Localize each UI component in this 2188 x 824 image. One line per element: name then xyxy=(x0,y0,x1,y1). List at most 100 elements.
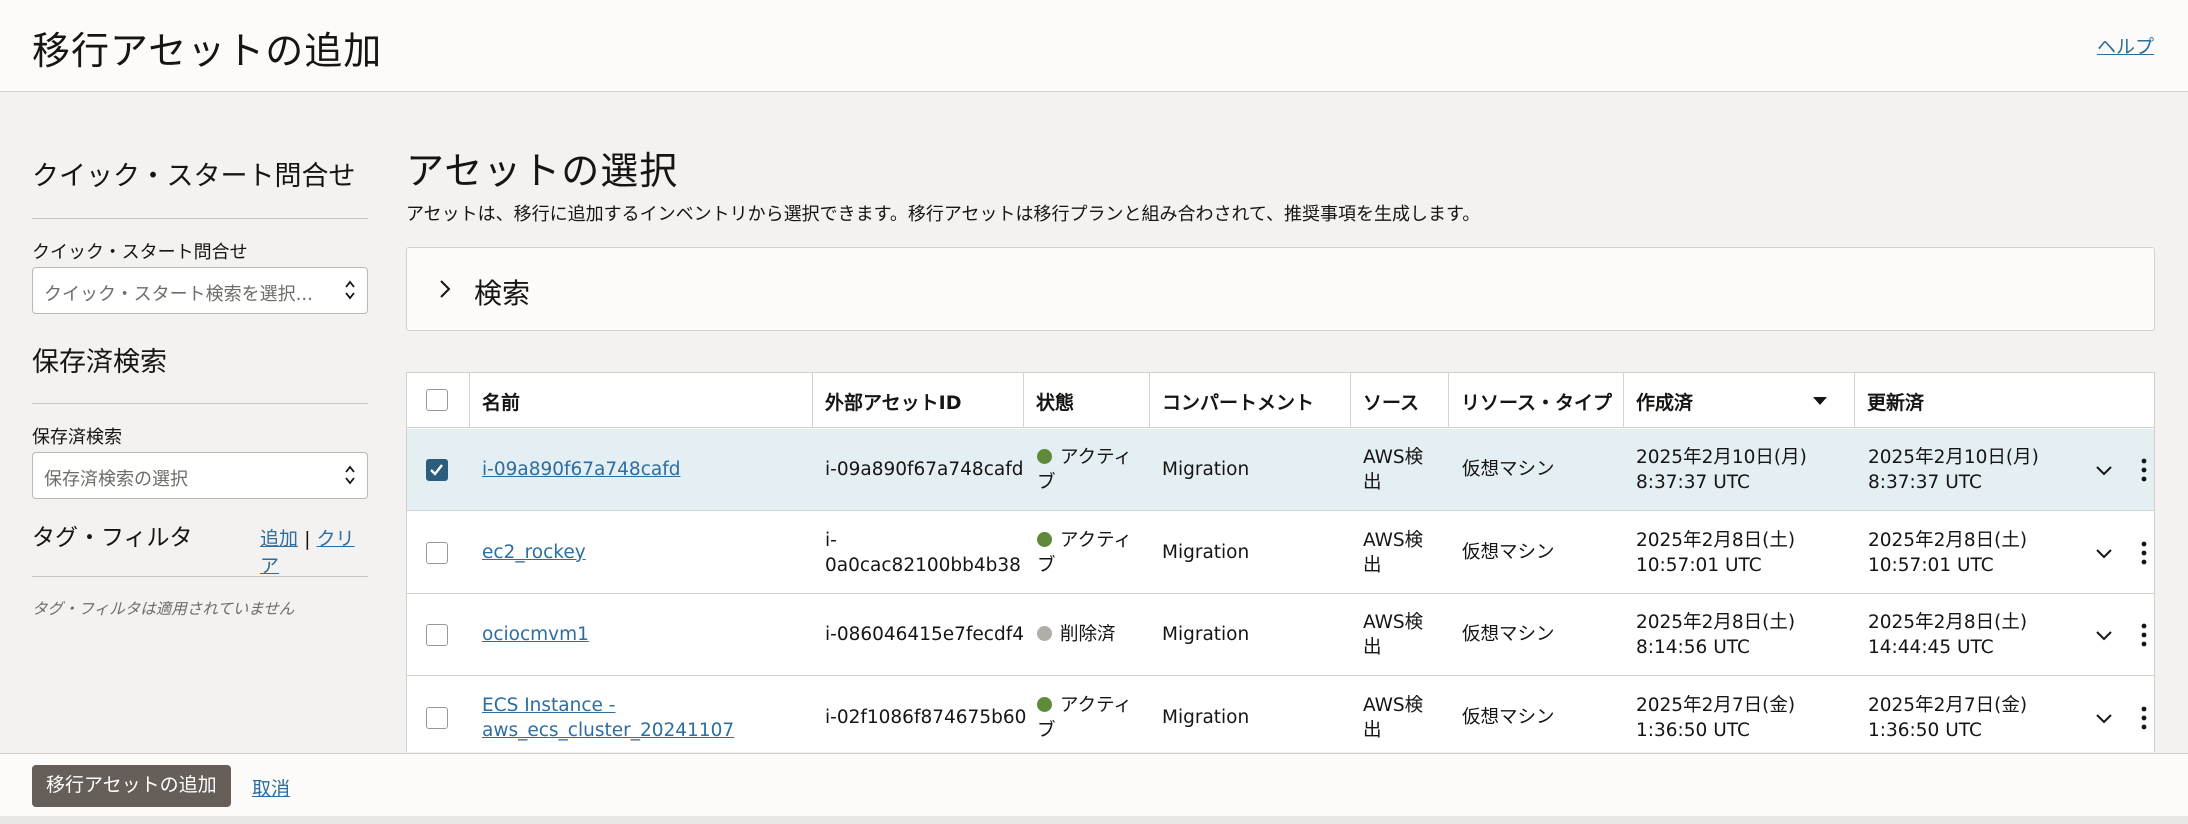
updated-cell: 2025年2月8日(土) 10:57:01 UTC xyxy=(1868,528,2027,578)
cancel-link[interactable]: 取消 xyxy=(252,774,290,801)
status-dot-icon xyxy=(1037,626,1052,641)
updated-cell-line-1: 2025年2月8日(土) xyxy=(1868,529,2028,551)
select-caret-icon xyxy=(345,465,355,485)
saved-search-select[interactable]: 保存済検索の選択 xyxy=(32,452,368,499)
row-checkbox[interactable] xyxy=(426,624,448,646)
divider xyxy=(32,576,368,577)
updated-cell-line-1: 2025年2月7日(金) xyxy=(1868,694,2028,716)
checkmark-icon xyxy=(430,464,443,476)
tag-filter-empty-message: タグ・フィルタは適用されていません xyxy=(32,600,295,618)
col-source[interactable]: ソース xyxy=(1350,373,1448,428)
source-cell-line-2: 出 xyxy=(1363,554,1382,576)
updated-cell: 2025年2月8日(土) 14:44:45 UTC xyxy=(1868,610,2027,660)
asset-name-link-line-1: i-09a890f67a748cafd xyxy=(482,459,681,480)
updated-cell-line-1: 2025年2月10日(月) xyxy=(1868,447,2039,468)
external-asset-id-line-1: i-086046415e7fecdf4 xyxy=(825,624,1024,645)
state-label-line-2: ブ xyxy=(1037,554,1056,576)
asset-name-link-line-1: ECS Instance - xyxy=(482,694,616,716)
table-row[interactable]: ociocmvm1 i-086046415e7fecdf4 削除済 Migration… xyxy=(407,594,2154,676)
external-asset-id: i-086046415e7fecdf4 xyxy=(825,622,1024,647)
saved-search-label: 保存済検索 xyxy=(32,427,122,448)
chevron-right-icon xyxy=(440,280,451,298)
created-cell-line-2: 10:57:01 UTC xyxy=(1636,554,1762,576)
row-checkbox[interactable] xyxy=(426,541,448,564)
source-cell-line-1: AWS検 xyxy=(1363,447,1424,468)
horizontal-scrollbar[interactable] xyxy=(0,816,2188,824)
table-row[interactable]: i-09a890f67a748cafd i-09a890f67a748cafd アク… xyxy=(407,429,2154,511)
quick-start-select[interactable]: クイック・スタート検索を選択... xyxy=(32,267,368,314)
quick-start-heading: クイック・スタート問合せ xyxy=(32,161,356,192)
row-checkbox[interactable] xyxy=(426,706,448,729)
chevron-down-icon[interactable] xyxy=(2093,707,2115,729)
select-all-checkbox[interactable] xyxy=(426,389,448,411)
resource-type-cell: 仮想マシン xyxy=(1462,706,1555,728)
table-row[interactable]: ec2_rockey i- 0a0cac82100bb4b38 アクティブ Migrat… xyxy=(407,511,2154,594)
more-actions-icon[interactable] xyxy=(2140,706,2148,730)
tag-filter-actions: 追加 | クリア xyxy=(260,524,368,578)
col-compartment[interactable]: コンパートメント xyxy=(1149,373,1350,428)
col-external-id[interactable]: 外部アセットID xyxy=(812,373,1024,428)
col-state[interactable]: 状態 xyxy=(1023,373,1149,428)
external-asset-id-line-1: i- xyxy=(825,529,837,551)
created-cell-line-2: 8:37:37 UTC xyxy=(1636,472,1750,493)
saved-search-placeholder: 保存済検索の選択 xyxy=(44,469,188,490)
status-dot-icon xyxy=(1037,531,1052,547)
source-cell-line-2: 出 xyxy=(1363,637,1382,658)
state-label-line-2: ブ xyxy=(1037,719,1056,741)
created-cell-line-1: 2025年2月8日(土) xyxy=(1636,529,1796,551)
source-cell: AWS検出 xyxy=(1363,610,1423,660)
row-checkbox[interactable] xyxy=(426,459,448,481)
compartment-cell: Migration xyxy=(1162,706,1250,728)
page-title: 移行アセットの追加 xyxy=(32,29,383,73)
updated-cell: 2025年2月7日(金) 1:36:50 UTC xyxy=(1868,693,2027,743)
resource-type-cell: 仮想マシン xyxy=(1462,624,1555,645)
col-resource-type[interactable]: リソース・タイプ xyxy=(1448,373,1623,428)
compartment-cell: Migration xyxy=(1162,459,1250,480)
asset-name-link-line-1: ociocmvm1 xyxy=(482,624,589,645)
sort-descending-icon xyxy=(1813,397,1827,405)
asset-name-link-line-1: ec2_rockey xyxy=(482,541,586,563)
external-asset-id-line-1: i-09a890f67a748cafd xyxy=(825,459,1024,480)
state-label: アクティ xyxy=(1060,447,1132,468)
col-created[interactable]: 作成済 xyxy=(1623,373,1855,428)
quick-start-label: クイック・スタート問合せ xyxy=(32,242,248,263)
chevron-down-icon[interactable] xyxy=(2093,542,2115,564)
more-actions-icon[interactable] xyxy=(2140,458,2148,482)
external-asset-id: i-09a890f67a748cafd xyxy=(825,457,1023,482)
updated-cell-line-2: 8:37:37 UTC xyxy=(1868,472,1982,493)
created-cell-line-2: 1:36:50 UTC xyxy=(1636,719,1750,741)
source-cell-line-1: AWS検 xyxy=(1363,529,1424,551)
compartment-cell: Migration xyxy=(1162,541,1250,563)
table-header: 名前 外部アセットID 状態 コンパートメント ソース リソース・タイプ 作成済… xyxy=(407,373,2154,428)
table-row[interactable]: ECS Instance - aws_ecs_cluster_20241107 i-… xyxy=(407,676,2154,752)
created-cell-line-1: 2025年2月8日(土) xyxy=(1636,612,1796,633)
asset-name-link[interactable]: i-09a890f67a748cafd xyxy=(482,457,680,482)
created-cell: 2025年2月8日(土) 10:57:01 UTC xyxy=(1636,528,1795,578)
created-cell: 2025年2月10日(月) 8:37:37 UTC xyxy=(1636,445,1807,495)
tag-filter-separator: | xyxy=(304,528,311,550)
chevron-down-icon[interactable] xyxy=(2093,624,2115,646)
help-link[interactable]: ヘルプ xyxy=(2097,32,2154,59)
select-caret-icon xyxy=(345,280,355,300)
col-created-label: 作成済 xyxy=(1636,392,1694,414)
tag-filter-add-link[interactable]: 追加 xyxy=(260,528,298,550)
section-title: アセットの選択 xyxy=(406,149,679,193)
created-cell-line-1: 2025年2月7日(金) xyxy=(1636,694,1796,716)
created-cell-line-1: 2025年2月10日(月) xyxy=(1636,447,1807,468)
more-actions-icon[interactable] xyxy=(2140,623,2148,647)
add-migration-asset-button[interactable]: 移行アセットの追加 xyxy=(32,765,231,807)
page-footer: 移行アセットの追加 取消 xyxy=(0,753,2188,824)
chevron-down-icon[interactable] xyxy=(2093,459,2115,481)
col-updated[interactable]: 更新済 xyxy=(1854,373,2154,428)
source-cell: AWS検出 xyxy=(1363,528,1423,578)
asset-name-link[interactable]: ociocmvm1 xyxy=(482,622,589,647)
created-cell: 2025年2月7日(金) 1:36:50 UTC xyxy=(1636,693,1795,743)
source-cell: AWS検出 xyxy=(1363,693,1423,743)
updated-cell: 2025年2月10日(月) 8:37:37 UTC xyxy=(1868,445,2039,495)
tag-filter-heading: タグ・フィルタ xyxy=(32,525,193,551)
more-actions-icon[interactable] xyxy=(2140,541,2148,565)
asset-name-link[interactable]: ec2_rockey xyxy=(482,540,586,565)
search-panel-toggle[interactable]: 検索 xyxy=(406,247,2155,331)
source-cell-line-2: 出 xyxy=(1363,719,1382,741)
asset-name-link[interactable]: ECS Instance - aws_ecs_cluster_20241107 xyxy=(482,693,734,743)
